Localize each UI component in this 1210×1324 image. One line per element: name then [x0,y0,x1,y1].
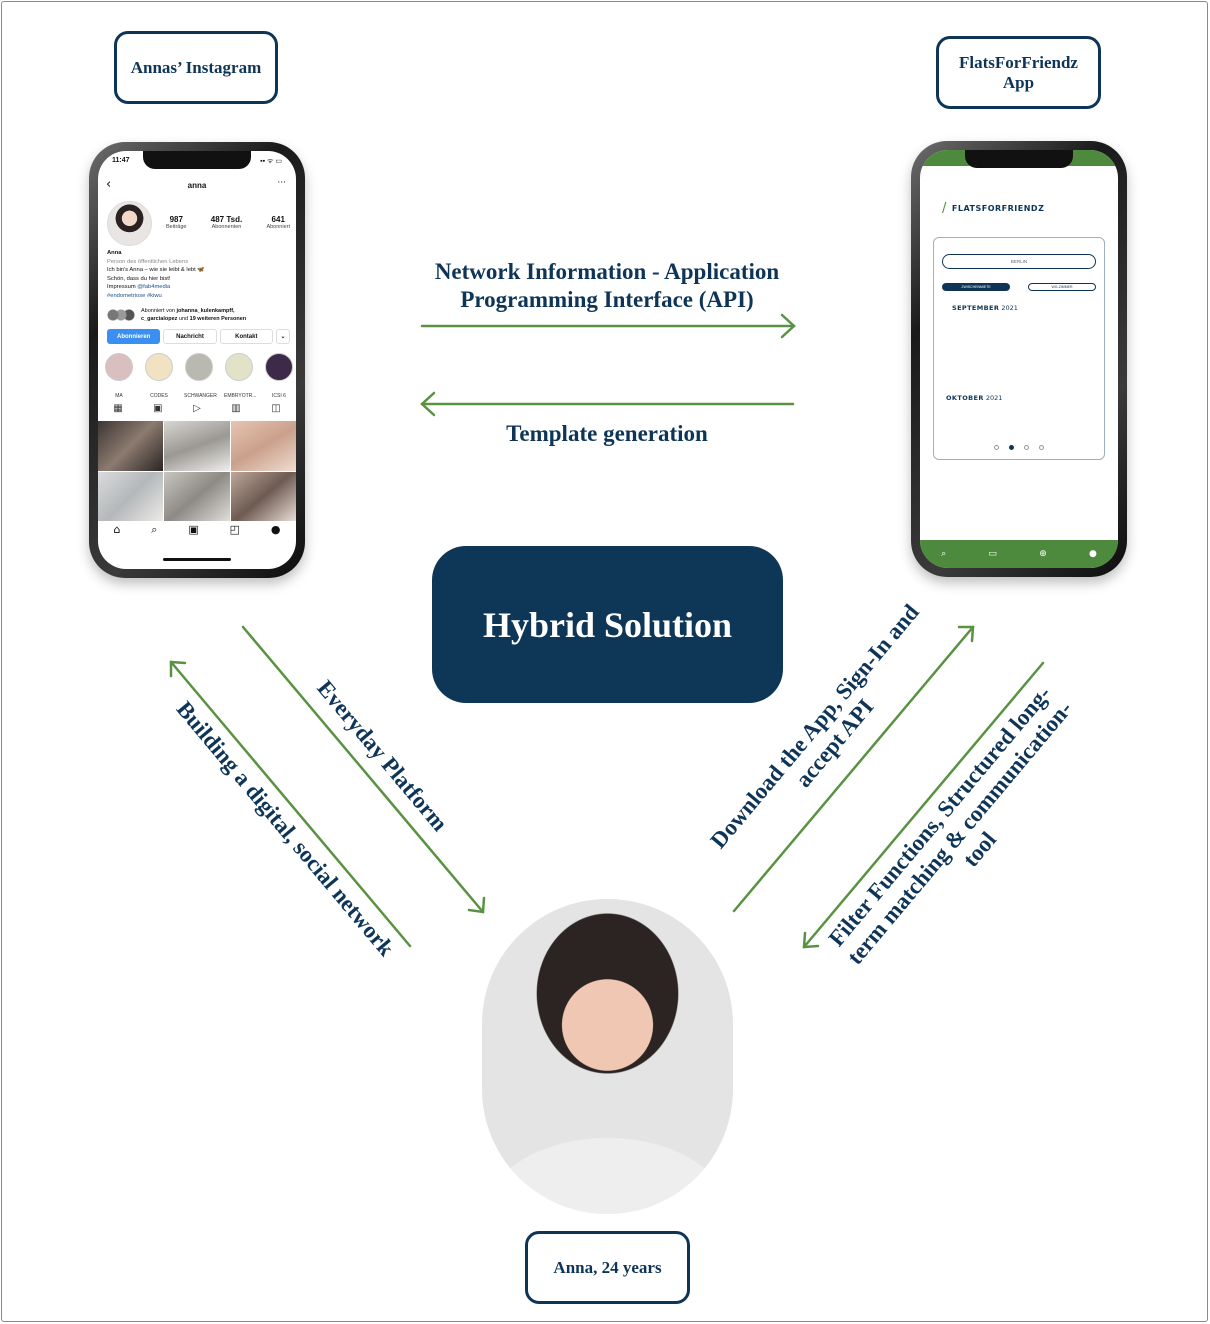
anna-label-text: Anna, 24 years [553,1257,662,1277]
template-arrow [420,391,795,417]
phone-notch [965,150,1073,168]
api-label-line1: Network Information - Application [434,259,780,284]
api-label-line2: Programming Interface (API) [460,287,754,312]
anna-portrait [482,899,733,1214]
anna-label: Anna, 24 years [525,1231,690,1304]
api-label: Network Information - Application Progra… [402,258,812,314]
building-arrow [169,660,412,948]
api-arrow [420,313,796,339]
template-label: Template generation [452,420,762,448]
phone-notch [143,151,251,169]
hybrid-solution-title: Hybrid Solution [482,604,733,645]
hybrid-solution-box: Hybrid Solution [432,546,783,703]
template-label-text: Template generation [506,421,708,446]
